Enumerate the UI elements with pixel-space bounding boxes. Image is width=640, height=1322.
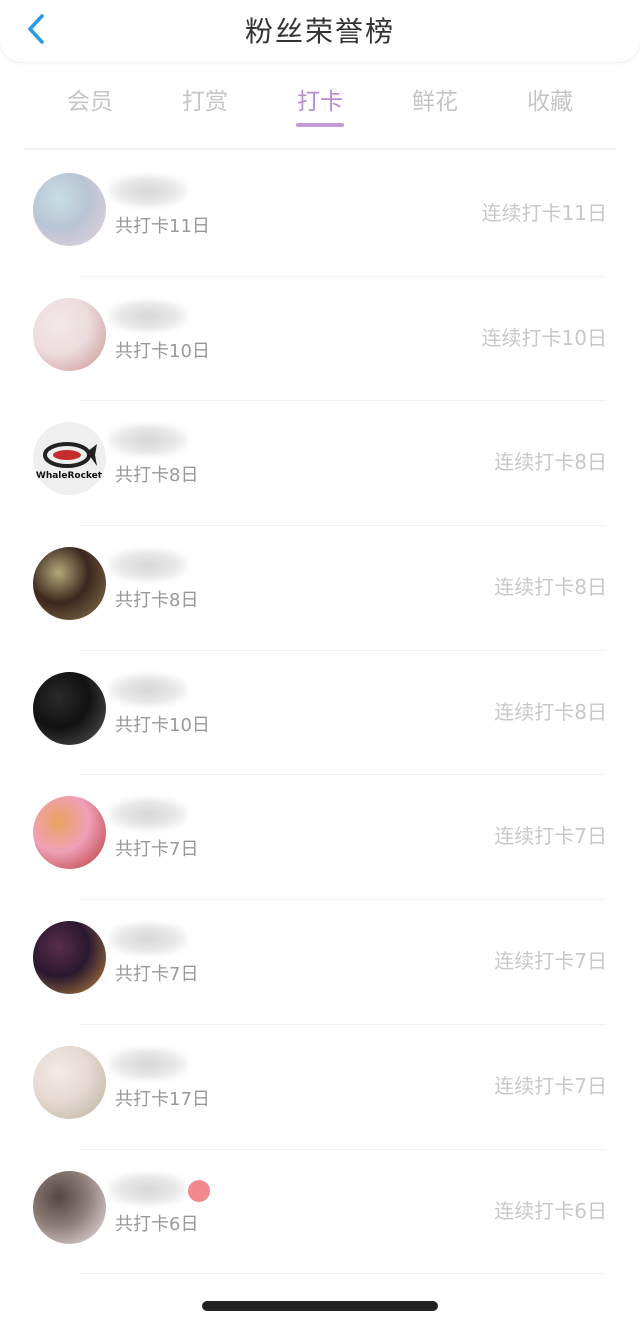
- list-item[interactable]: 共打卡17日 连续打卡7日: [0, 1025, 640, 1150]
- list-item[interactable]: 共打卡10日 连续打卡10日: [0, 277, 640, 402]
- streak-text: 连续打卡7日: [494, 949, 607, 974]
- tab-member[interactable]: 会员: [45, 82, 135, 116]
- fan-ranking-list: 共打卡11日 连续打卡11日 共打卡10日 连续打卡10日 WhaleRocke…: [0, 152, 640, 1275]
- list-item[interactable]: WhaleRocket 共打卡8日 连续打卡8日: [0, 401, 640, 527]
- nickname-blurred: [108, 922, 188, 957]
- total-checkin-text: 共打卡7日: [115, 839, 199, 861]
- streak-text: 连续打卡7日: [494, 824, 607, 849]
- list-item[interactable]: 共打卡8日 连续打卡8日: [0, 526, 640, 651]
- total-checkin-text: 共打卡8日: [115, 465, 199, 487]
- nickname-blurred: [108, 797, 188, 832]
- avatar[interactable]: [33, 1045, 106, 1119]
- total-checkin-text: 共打卡10日: [115, 714, 210, 736]
- heart-badge-icon: [188, 1179, 210, 1202]
- avatar[interactable]: [33, 173, 106, 246]
- tab-flowers[interactable]: 鲜花: [390, 82, 480, 116]
- header-bar: 粉丝荣誉榜: [0, 0, 640, 62]
- nickname-blurred: [108, 672, 188, 707]
- nickname-blurred: [108, 1171, 188, 1206]
- tab-checkin[interactable]: 打卡: [275, 82, 365, 116]
- total-checkin-text: 共打卡6日: [115, 1213, 199, 1235]
- streak-text: 连续打卡8日: [494, 575, 607, 600]
- avatar[interactable]: WhaleRocket: [33, 422, 106, 496]
- avatar[interactable]: [33, 1170, 106, 1244]
- total-checkin-text: 共打卡7日: [115, 964, 199, 986]
- streak-text: 连续打卡6日: [494, 1198, 607, 1223]
- total-checkin-text: 共打卡11日: [115, 216, 210, 237]
- list-item[interactable]: 共打卡7日 连续打卡7日: [0, 775, 640, 901]
- streak-text: 连续打卡11日: [481, 201, 607, 225]
- streak-text: 连续打卡10日: [481, 325, 607, 350]
- tab-bar: 会员 打赏 打卡 鲜花 收藏: [0, 78, 640, 130]
- nickname-blurred: [108, 423, 188, 458]
- svg-text:WhaleRocket: WhaleRocket: [36, 471, 103, 481]
- total-checkin-text: 共打卡8日: [115, 590, 199, 612]
- tab-favorites[interactable]: 收藏: [505, 82, 595, 116]
- active-tab-indicator: [296, 123, 344, 127]
- list-item[interactable]: 共打卡6日 连续打卡6日: [0, 1150, 640, 1275]
- nickname-blurred: [108, 298, 188, 333]
- home-indicator[interactable]: [202, 1301, 438, 1311]
- total-checkin-text: 共打卡17日: [115, 1088, 210, 1110]
- divider: [80, 1273, 606, 1275]
- avatar[interactable]: [33, 796, 106, 870]
- whalerocket-logo: WhaleRocket: [33, 422, 106, 496]
- avatar[interactable]: [33, 671, 106, 745]
- list-item[interactable]: 共打卡7日 连续打卡7日: [0, 900, 640, 1025]
- total-checkin-text: 共打卡10日: [115, 340, 210, 362]
- avatar[interactable]: [33, 547, 106, 621]
- streak-text: 连续打卡8日: [494, 450, 607, 475]
- page-title: 粉丝荣誉榜: [244, 15, 395, 48]
- divider: [24, 148, 616, 150]
- avatar[interactable]: [33, 297, 106, 371]
- list-item[interactable]: 共打卡11日 连续打卡11日: [0, 152, 640, 277]
- nickname-blurred: [108, 174, 188, 208]
- streak-text: 连续打卡8日: [494, 699, 607, 724]
- nickname-blurred: [108, 548, 188, 583]
- streak-text: 连续打卡7日: [494, 1073, 607, 1098]
- tab-reward[interactable]: 打赏: [160, 82, 250, 116]
- list-item[interactable]: 共打卡10日 连续打卡8日: [0, 651, 640, 776]
- nickname-blurred: [108, 1046, 188, 1081]
- avatar[interactable]: [33, 921, 106, 995]
